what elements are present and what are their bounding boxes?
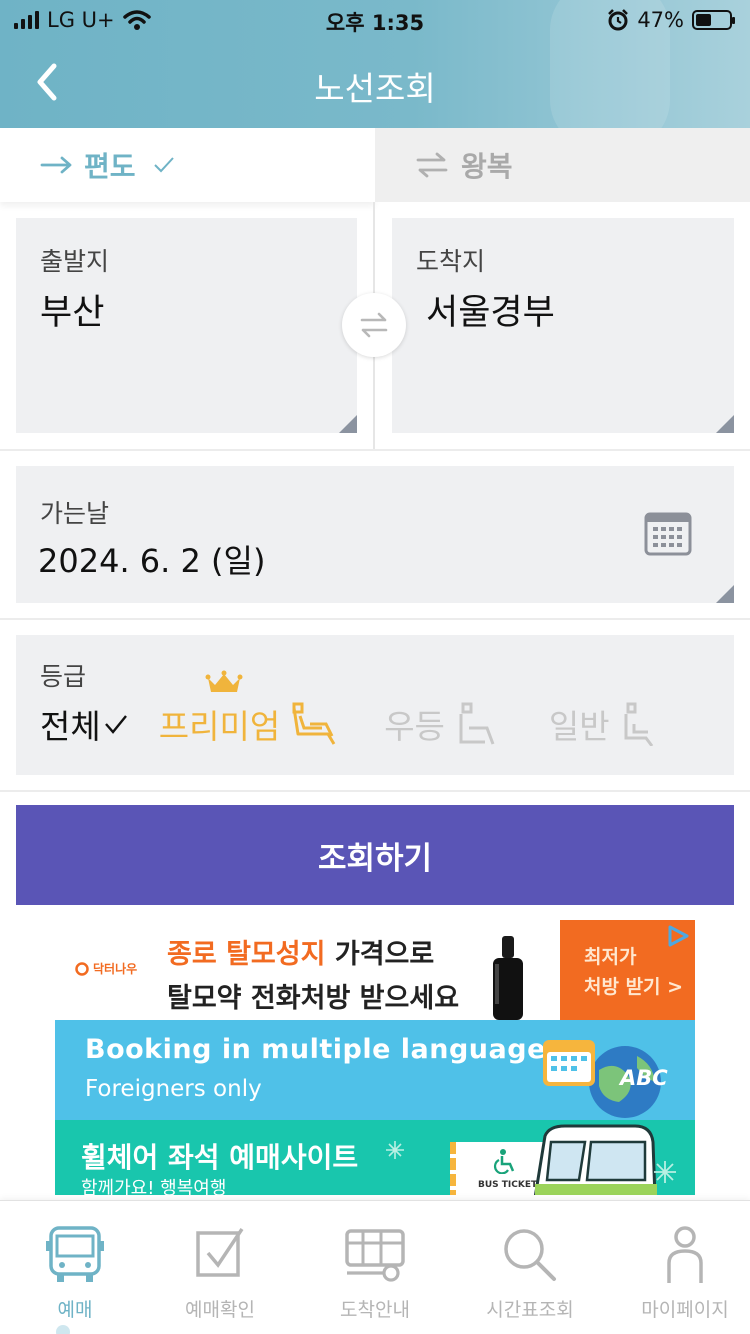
- ad-brand-name: 닥터나우: [93, 962, 138, 976]
- alarm-icon: [608, 9, 629, 31]
- ad-banner-wheelchair[interactable]: 휠체어 좌석 예매사이트 함께가요! 행복여행 BUS TICKET: [55, 1120, 695, 1195]
- tab-roundtrip[interactable]: 왕복: [375, 128, 750, 202]
- corner-indicator-icon: [339, 415, 357, 433]
- grade-option-label: 우등: [384, 707, 445, 746]
- bottom-tab-bar: 예매 예매확인 도착안내 시간표조회 마이페이지: [0, 1200, 750, 1334]
- tab-oneway-label: 편도: [84, 150, 136, 183]
- tab-roundtrip-label: 왕복: [461, 150, 513, 183]
- brand-logo-icon: [75, 961, 89, 976]
- section-divider: [0, 790, 750, 792]
- battery-percent: 47%: [637, 8, 684, 32]
- ad-cta-line2: 처방 받기 >: [584, 976, 684, 998]
- bus-stop-icon: [345, 1229, 405, 1282]
- search-button[interactable]: 조회하기: [16, 805, 734, 905]
- ad2-badge: ABC: [620, 1066, 668, 1090]
- ad-cta-line1: 최저가: [584, 946, 637, 968]
- ad-banner-multilanguage[interactable]: Booking in multiple languages Foreigners…: [55, 1020, 695, 1120]
- sparkle-icon: [654, 1161, 676, 1183]
- tab-timetable-label: 시간표조회: [486, 1299, 574, 1321]
- departure-label: 출발지: [40, 247, 110, 276]
- app-header: LG U+ 오후 1:35 47% 노선조회: [0, 0, 750, 128]
- ad3-title: 휠체어 좌석 예매사이트: [81, 1141, 359, 1174]
- tab-booking-check[interactable]: 예매확인: [145, 1201, 295, 1334]
- checkbox-icon: [196, 1228, 244, 1277]
- date-value: 2024. 6. 2 (일): [38, 542, 266, 580]
- tab-arrival-info[interactable]: 도착안내: [300, 1201, 450, 1334]
- grade-option-label: 전체: [40, 707, 101, 746]
- status-bar: LG U+ 오후 1:35 47%: [0, 0, 750, 40]
- grade-option-premium[interactable]: 프리미엄: [158, 670, 336, 748]
- grade-label: 등급: [40, 662, 87, 691]
- tab-booking-check-label: 예매확인: [185, 1299, 255, 1321]
- swap-arrows-icon: [360, 312, 388, 338]
- deluxe-seat-icon: [459, 702, 495, 745]
- battery-level: [696, 14, 712, 26]
- section-divider: [0, 618, 750, 620]
- trip-type-tabs: 편도 왕복: [0, 128, 750, 202]
- check-icon: [104, 715, 127, 734]
- arrival-value: 서울경부: [426, 293, 555, 333]
- date-label: 가는날: [40, 499, 110, 528]
- arrival-label: 도착지: [416, 247, 486, 276]
- serum-bottle-icon: [493, 936, 523, 1020]
- page-title: 노선조회: [314, 69, 436, 108]
- tab-booking-label: 예매: [57, 1299, 93, 1321]
- premium-seat-icon: [292, 702, 336, 745]
- grade-option-deluxe[interactable]: 우등: [384, 700, 497, 748]
- ad-headline-rest: 가격으로: [325, 939, 435, 970]
- crown-icon: [205, 670, 243, 692]
- section-divider: [0, 449, 750, 451]
- calendar-icon[interactable]: [644, 512, 692, 556]
- active-indicator: [56, 1325, 70, 1334]
- arrival-card[interactable]: 도착지 서울경부: [392, 218, 734, 433]
- arrow-right-icon: [40, 156, 72, 174]
- bus-icon: [533, 1124, 657, 1195]
- ad-banner-hair-loss[interactable]: 닥터나우 종로 탈모성지 가격으로 탈모약 전화처방 받으세요 최저가 처방 받…: [55, 920, 695, 1020]
- grade-option-label: 프리미엄: [158, 707, 281, 746]
- tab-booking[interactable]: 예매: [0, 1201, 150, 1334]
- corner-indicator-icon: [716, 585, 734, 603]
- tab-timetable[interactable]: 시간표조회: [455, 1201, 605, 1334]
- bus-icon: [46, 1226, 104, 1282]
- ad-headline: 종로 탈모성지 가격으로: [167, 932, 434, 971]
- standard-seat-icon: [624, 702, 653, 746]
- sparkle-icon: [386, 1141, 404, 1159]
- check-icon: [153, 157, 174, 173]
- swap-arrows-icon: [416, 152, 448, 178]
- grade-option-standard[interactable]: 일반: [549, 700, 660, 748]
- ad-brand: 닥터나우: [75, 960, 137, 977]
- ad-subline: 탈모약 전화처방 받으세요: [167, 983, 460, 1014]
- search-icon: [504, 1229, 556, 1281]
- tab-arrival-info-label: 도착안내: [340, 1299, 410, 1321]
- corner-indicator-icon: [716, 415, 734, 433]
- grade-option-label: 일반: [548, 707, 610, 746]
- wheelchair-icon: [494, 1149, 515, 1174]
- tab-mypage-label: 마이페이지: [641, 1299, 729, 1321]
- departure-value: 부산: [40, 293, 105, 333]
- ad3-subtitle: 함께가요! 행복여행: [81, 1178, 227, 1195]
- battery-icon: [692, 10, 735, 30]
- date-card[interactable]: 가는날 2024. 6. 2 (일): [16, 466, 734, 603]
- tab-oneway[interactable]: 편도: [0, 128, 375, 202]
- grade-options: 전체 프리미엄 우등 일반: [40, 670, 660, 748]
- ad2-subtitle: Foreigners only: [85, 1076, 262, 1102]
- ad2-title: Booking in multiple languages: [85, 1034, 563, 1065]
- tab-mypage[interactable]: 마이페이지: [610, 1201, 750, 1334]
- swap-stations-button[interactable]: [342, 293, 406, 357]
- ad-choices-icon[interactable]: [665, 924, 691, 948]
- grade-option-all[interactable]: 전체: [40, 700, 129, 748]
- ad-headline-highlight: 종로 탈모성지: [167, 939, 326, 970]
- person-icon: [667, 1226, 703, 1283]
- ad-cta-button[interactable]: 최저가 처방 받기 >: [560, 920, 695, 1020]
- departure-card[interactable]: 출발지 부산: [16, 218, 357, 433]
